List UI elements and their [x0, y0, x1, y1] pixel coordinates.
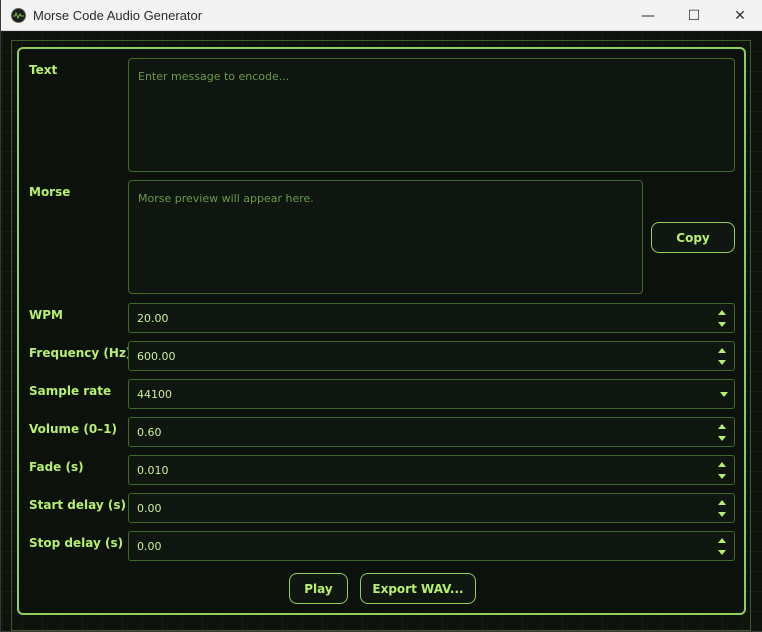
close-button[interactable]: ✕: [717, 0, 762, 31]
maximize-button[interactable]: ☐: [671, 0, 717, 31]
frequency-stepper[interactable]: [716, 345, 728, 367]
volume-label: Volume (0–1): [29, 422, 118, 436]
frequency-value: 600.00: [137, 350, 176, 363]
sample-rate-value: 44100: [137, 388, 172, 401]
start-delay-value: 0.00: [137, 502, 162, 515]
window-title: Morse Code Audio Generator: [33, 8, 203, 23]
maximize-icon: ☐: [687, 7, 701, 24]
minimize-icon: —: [641, 7, 655, 24]
volume-spinbox[interactable]: 0.60: [128, 417, 735, 447]
arrow-up-icon[interactable]: [718, 348, 726, 353]
fade-spinbox[interactable]: 0.010: [128, 455, 735, 485]
fade-stepper[interactable]: [716, 459, 728, 481]
stop-delay-value: 0.00: [137, 540, 162, 553]
frequency-label: Frequency (Hz): [29, 346, 132, 360]
arrow-up-icon[interactable]: [718, 424, 726, 429]
text-label: Text: [29, 63, 58, 77]
arrow-down-icon[interactable]: [718, 436, 726, 441]
morse-preview-placeholder: Morse preview will appear here.: [138, 192, 314, 205]
play-button[interactable]: Play: [289, 573, 348, 604]
arrow-down-icon[interactable]: [718, 512, 726, 517]
stop-delay-label: Stop delay (s): [29, 536, 124, 550]
sample-rate-label: Sample rate: [29, 384, 112, 398]
wpm-value: 20.00: [137, 312, 169, 325]
fade-label: Fade (s): [29, 460, 84, 474]
sample-rate-select[interactable]: 44100: [128, 379, 735, 409]
app-window: Morse Code Audio Generator — ☐ ✕ Text En…: [0, 0, 762, 632]
export-wav-button[interactable]: Export WAV...: [360, 573, 476, 604]
waveform-app-icon: [11, 8, 26, 23]
arrow-up-icon[interactable]: [718, 310, 726, 315]
arrow-up-icon[interactable]: [718, 538, 726, 543]
title-bar: Morse Code Audio Generator — ☐ ✕: [1, 0, 762, 31]
close-icon: ✕: [734, 7, 746, 24]
morse-preview[interactable]: Morse preview will appear here.: [128, 180, 643, 294]
fade-value: 0.010: [137, 464, 169, 477]
wpm-spinbox[interactable]: 20.00: [128, 303, 735, 333]
copy-button[interactable]: Copy: [651, 222, 735, 253]
minimize-button[interactable]: —: [625, 0, 671, 31]
arrow-down-icon[interactable]: [718, 550, 726, 555]
chevron-down-icon[interactable]: [720, 392, 728, 397]
arrow-down-icon[interactable]: [718, 322, 726, 327]
text-input[interactable]: Enter message to encode...: [128, 58, 735, 172]
arrow-down-icon[interactable]: [718, 360, 726, 365]
start-delay-spinbox[interactable]: 0.00: [128, 493, 735, 523]
arrow-up-icon[interactable]: [718, 462, 726, 467]
frequency-spinbox[interactable]: 600.00: [128, 341, 735, 371]
start-delay-stepper[interactable]: [716, 497, 728, 519]
stop-delay-spinbox[interactable]: 0.00: [128, 531, 735, 561]
arrow-up-icon[interactable]: [718, 500, 726, 505]
text-input-placeholder: Enter message to encode...: [138, 70, 290, 83]
main-content: Text Enter message to encode... Morse Mo…: [2, 31, 762, 631]
arrow-down-icon[interactable]: [718, 474, 726, 479]
start-delay-label: Start delay (s): [29, 498, 126, 512]
volume-stepper[interactable]: [716, 421, 728, 443]
volume-value: 0.60: [137, 426, 162, 439]
wpm-label: WPM: [29, 308, 63, 322]
stop-delay-stepper[interactable]: [716, 535, 728, 557]
wpm-stepper[interactable]: [716, 307, 728, 329]
morse-label: Morse: [29, 185, 71, 199]
